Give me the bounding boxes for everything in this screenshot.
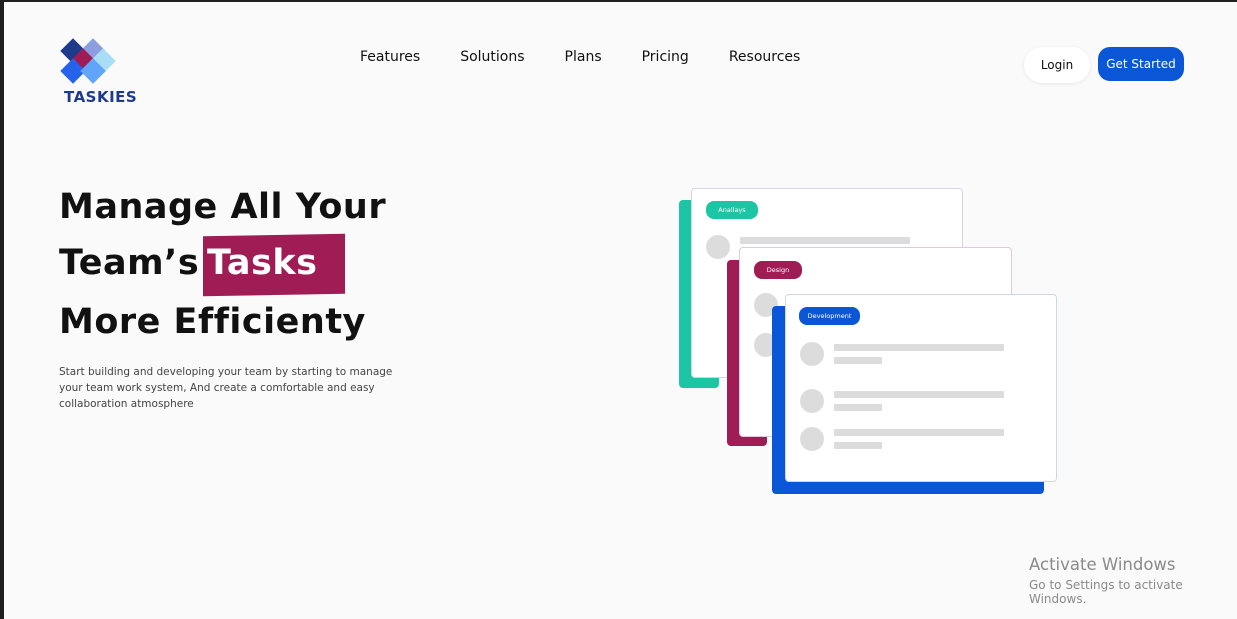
brand-name: TASKIES	[64, 88, 138, 106]
avatar	[800, 389, 824, 413]
nav-item-features[interactable]: Features	[360, 47, 420, 67]
placeholder-line	[834, 344, 1004, 351]
placeholder-line	[740, 237, 910, 244]
login-button[interactable]: Login	[1024, 47, 1090, 83]
avatar	[800, 342, 824, 366]
avatar	[706, 235, 730, 259]
nav-item-resources[interactable]: Resources	[729, 47, 801, 67]
logo-mark-icon	[60, 38, 116, 84]
hero-title-highlight: Tasks	[203, 233, 346, 297]
hero-title-line1: Manage All Your	[59, 187, 387, 227]
activate-windows-title: Activate Windows	[1029, 555, 1176, 574]
hero-title-line3: More Efficienty	[59, 302, 366, 342]
main-nav: Features Solutions Plans Pricing Resourc…	[360, 47, 840, 67]
placeholder-line	[834, 442, 882, 449]
hero-title: Manage All Your Team’s Tasks More Efficie…	[59, 180, 386, 350]
hero-description: Start building and developing your team …	[59, 366, 393, 410]
hero-title-line2: Team’s Tasks	[59, 233, 386, 297]
hero-title-prefix: Team’s	[59, 243, 200, 283]
placeholder-line	[834, 357, 882, 364]
nav-item-pricing[interactable]: Pricing	[642, 47, 689, 67]
card-analysis-tag: Anallays	[706, 201, 758, 219]
brand-logo[interactable]: TASKIES	[58, 36, 148, 110]
hero-title-highlight-text: Tasks	[207, 243, 318, 284]
nav-item-plans[interactable]: Plans	[565, 47, 602, 67]
landing-page: TASKIES Features Solutions Plans Pricing…	[4, 2, 1237, 619]
card-development-tag: Development	[799, 307, 860, 325]
activate-windows-subtitle: Go to Settings to activate Windows.	[1029, 578, 1183, 606]
card-development: Development	[785, 294, 1057, 482]
get-started-button[interactable]: Get Started	[1098, 47, 1184, 81]
avatar	[800, 427, 824, 451]
card-design-tag: Design	[754, 261, 802, 279]
placeholder-line	[834, 391, 1004, 398]
nav-item-solutions[interactable]: Solutions	[460, 47, 524, 67]
placeholder-line	[834, 429, 1004, 436]
placeholder-line	[834, 404, 882, 411]
